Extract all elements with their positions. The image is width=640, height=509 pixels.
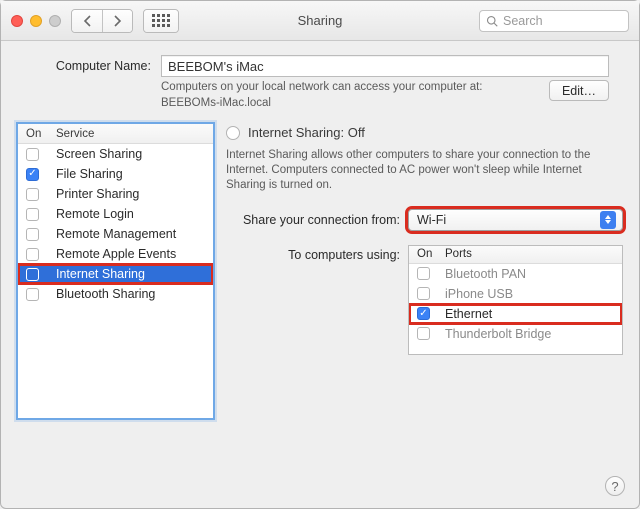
nav-back-forward[interactable] — [71, 9, 133, 33]
computer-name-input[interactable] — [161, 55, 609, 77]
forward-button[interactable] — [102, 10, 132, 32]
internet-sharing-radio — [226, 126, 240, 140]
to-computers-label: To computers using: — [226, 245, 400, 262]
service-checkbox[interactable] — [26, 228, 39, 241]
share-from-label: Share your connection from: — [226, 213, 400, 227]
service-row[interactable]: Remote Login — [18, 204, 213, 224]
service-row[interactable]: Screen Sharing — [18, 144, 213, 164]
zoom-icon — [49, 15, 61, 27]
service-label: Remote Apple Events — [56, 247, 176, 261]
service-row[interactable]: Remote Apple Events — [18, 244, 213, 264]
port-row[interactable]: Thunderbolt Bridge — [409, 324, 622, 344]
service-label: Printer Sharing — [56, 187, 139, 201]
close-icon[interactable] — [11, 15, 23, 27]
service-label: Screen Sharing — [56, 147, 142, 161]
search-icon — [486, 15, 498, 27]
service-row[interactable]: Printer Sharing — [18, 184, 213, 204]
computer-name-label: Computer Name: — [31, 55, 151, 73]
service-checkbox[interactable] — [26, 288, 39, 301]
help-button[interactable]: ? — [605, 476, 625, 496]
service-list[interactable]: On Service Screen Sharing File Sharing Pri… — [17, 123, 214, 419]
port-row[interactable]: Ethernet — [409, 304, 622, 324]
service-row[interactable]: Remote Management — [18, 224, 213, 244]
port-checkbox[interactable] — [417, 327, 430, 340]
col-ports: Ports — [445, 246, 622, 263]
share-from-value: Wi-Fi — [417, 213, 446, 227]
col-service: Service — [56, 124, 213, 143]
search-field[interactable]: Search — [479, 10, 629, 32]
service-checkbox[interactable] — [26, 188, 39, 201]
port-row[interactable]: iPhone USB — [409, 284, 622, 304]
port-checkbox[interactable] — [417, 287, 430, 300]
ports-header: On Ports — [409, 246, 622, 264]
service-label: Internet Sharing — [56, 267, 145, 281]
chevron-up-down-icon — [600, 211, 616, 229]
service-list-header: On Service — [18, 124, 213, 144]
service-label: File Sharing — [56, 167, 123, 181]
traffic-lights — [11, 15, 61, 27]
port-label: Thunderbolt Bridge — [445, 327, 551, 341]
service-label: Remote Login — [56, 207, 134, 221]
service-checkbox[interactable] — [26, 168, 39, 181]
computer-name-subtext: Computers on your local network can acce… — [161, 80, 539, 111]
port-label: Ethernet — [445, 307, 492, 321]
titlebar: Sharing Search — [1, 1, 639, 41]
minimize-icon[interactable] — [30, 15, 42, 27]
window-title: Sharing — [298, 13, 343, 28]
service-label: Bluetooth Sharing — [56, 287, 155, 301]
col-on: On — [409, 246, 445, 263]
service-checkbox[interactable] — [26, 268, 39, 281]
detail-title: Internet Sharing: Off — [248, 125, 365, 140]
ports-list[interactable]: On Ports Bluetooth PAN iPhone USB Ethernet… — [408, 245, 623, 355]
service-checkbox[interactable] — [26, 248, 39, 261]
service-checkbox[interactable] — [26, 148, 39, 161]
service-row[interactable]: Bluetooth Sharing — [18, 284, 213, 304]
service-row[interactable]: Internet Sharing — [18, 264, 213, 284]
service-label: Remote Management — [56, 227, 176, 241]
port-row[interactable]: Bluetooth PAN — [409, 264, 622, 284]
grid-icon — [152, 14, 170, 27]
port-label: Bluetooth PAN — [445, 267, 526, 281]
search-placeholder: Search — [503, 14, 543, 28]
port-checkbox[interactable] — [417, 307, 430, 320]
col-on: On — [18, 124, 56, 143]
detail-description: Internet Sharing allows other computers … — [226, 148, 623, 193]
share-from-dropdown[interactable]: Wi-Fi — [408, 209, 623, 231]
port-label: iPhone USB — [445, 287, 513, 301]
service-row[interactable]: File Sharing — [18, 164, 213, 184]
edit-button[interactable]: Edit… — [549, 80, 609, 101]
show-all-button[interactable] — [143, 9, 179, 33]
back-button[interactable] — [72, 10, 102, 32]
service-checkbox[interactable] — [26, 208, 39, 221]
port-checkbox[interactable] — [417, 267, 430, 280]
